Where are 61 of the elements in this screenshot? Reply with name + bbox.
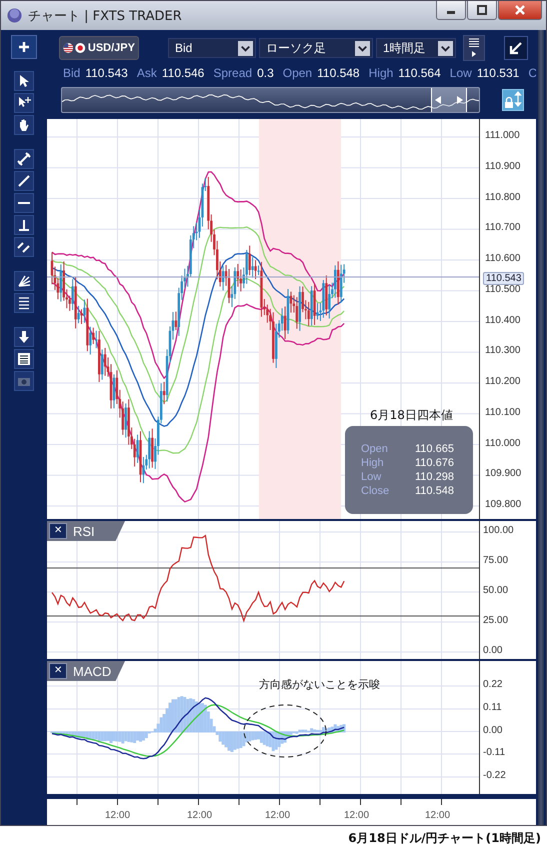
- time-label: 12:00: [265, 810, 290, 821]
- time-label: 12:00: [105, 810, 130, 821]
- annotation-text: 方向感がないことを示唆: [259, 677, 380, 692]
- caption: 6月18日ドル/円チャート(1時間足): [347, 830, 542, 847]
- rsi-tick: 75.00: [483, 555, 508, 566]
- price-tick: 110.000: [485, 438, 520, 448]
- quote-label: Low: [450, 66, 472, 80]
- quote-label: Open: [282, 66, 312, 80]
- price-type-dropdown[interactable]: Bid: [168, 38, 256, 58]
- quote-label: Ask: [136, 66, 157, 80]
- ohlc-title: 6月18日四本値: [370, 407, 453, 424]
- time-label: 12:00: [187, 810, 212, 821]
- time-label: 12:00: [425, 810, 450, 821]
- macd-tick: 0.11: [483, 702, 502, 713]
- price-tick: 110.900: [485, 160, 520, 172]
- price-tick: 110.700: [485, 222, 520, 234]
- price-tick: 110.800: [485, 192, 520, 202]
- panel-title: RSI: [73, 524, 95, 538]
- quote-value: 110.564: [398, 66, 441, 80]
- rsi-tick: 25.00: [483, 615, 508, 626]
- price-tick: 110.300: [485, 345, 520, 356]
- chart-type-dropdown[interactable]: ローソク足: [259, 38, 373, 58]
- current-price-badge: 110.543: [483, 272, 524, 285]
- ohlc-value: 110.298: [415, 470, 455, 484]
- price-tick: 110.600: [485, 253, 520, 264]
- rsi-tick: 100.00: [483, 525, 514, 536]
- price-tick: 110.100: [485, 406, 520, 418]
- quote-label: Spread: [213, 66, 252, 80]
- time-label: 12:00: [344, 810, 370, 821]
- ohlc-label: Low: [361, 470, 382, 484]
- quote-value: 110.543: [85, 66, 128, 80]
- quote-value: 0.3: [257, 66, 274, 80]
- quote-value: 110.548: [317, 66, 360, 80]
- macd-tick: -0.22: [483, 770, 506, 781]
- price-tick: 110.500: [485, 284, 520, 295]
- ohlc-label: High: [361, 456, 385, 470]
- price-tick: 109.800: [485, 499, 522, 510]
- quote-value: 110.531: [476, 66, 520, 80]
- macd-tick: -0.11: [483, 747, 506, 758]
- timeframe-dropdown[interactable]: 1時間足: [376, 38, 456, 58]
- quote-label: High: [368, 66, 394, 80]
- ohlc-label: Close: [361, 484, 390, 498]
- ohlc-value: 110.665: [415, 442, 455, 456]
- price-tick: 110.200: [485, 376, 520, 387]
- price-tick: 110.400: [485, 314, 520, 326]
- quote-label: Bid: [63, 66, 80, 80]
- close-panel-button[interactable]: ✕: [49, 523, 67, 539]
- macd-tick: 0.22: [483, 679, 502, 690]
- ohlc-label: Open: [361, 442, 389, 456]
- rsi-tick: 50.00: [483, 585, 508, 596]
- macd-tick: 0.00: [483, 724, 502, 736]
- price-tick: 109.900: [485, 468, 522, 480]
- ohlc-value: 110.676: [415, 456, 455, 470]
- symbol-button[interactable]: USD/JPY: [59, 36, 139, 60]
- rsi-tick: 0.00: [483, 645, 502, 656]
- panel-title: MACD: [73, 664, 112, 678]
- ohlc-value: 110.548: [415, 484, 455, 498]
- close-panel-button[interactable]: ✕: [49, 663, 67, 679]
- quote-value: 110.546: [162, 66, 204, 80]
- window-title: チャート | FXTS TRADER: [28, 8, 182, 24]
- price-tick: 111.000: [485, 130, 520, 141]
